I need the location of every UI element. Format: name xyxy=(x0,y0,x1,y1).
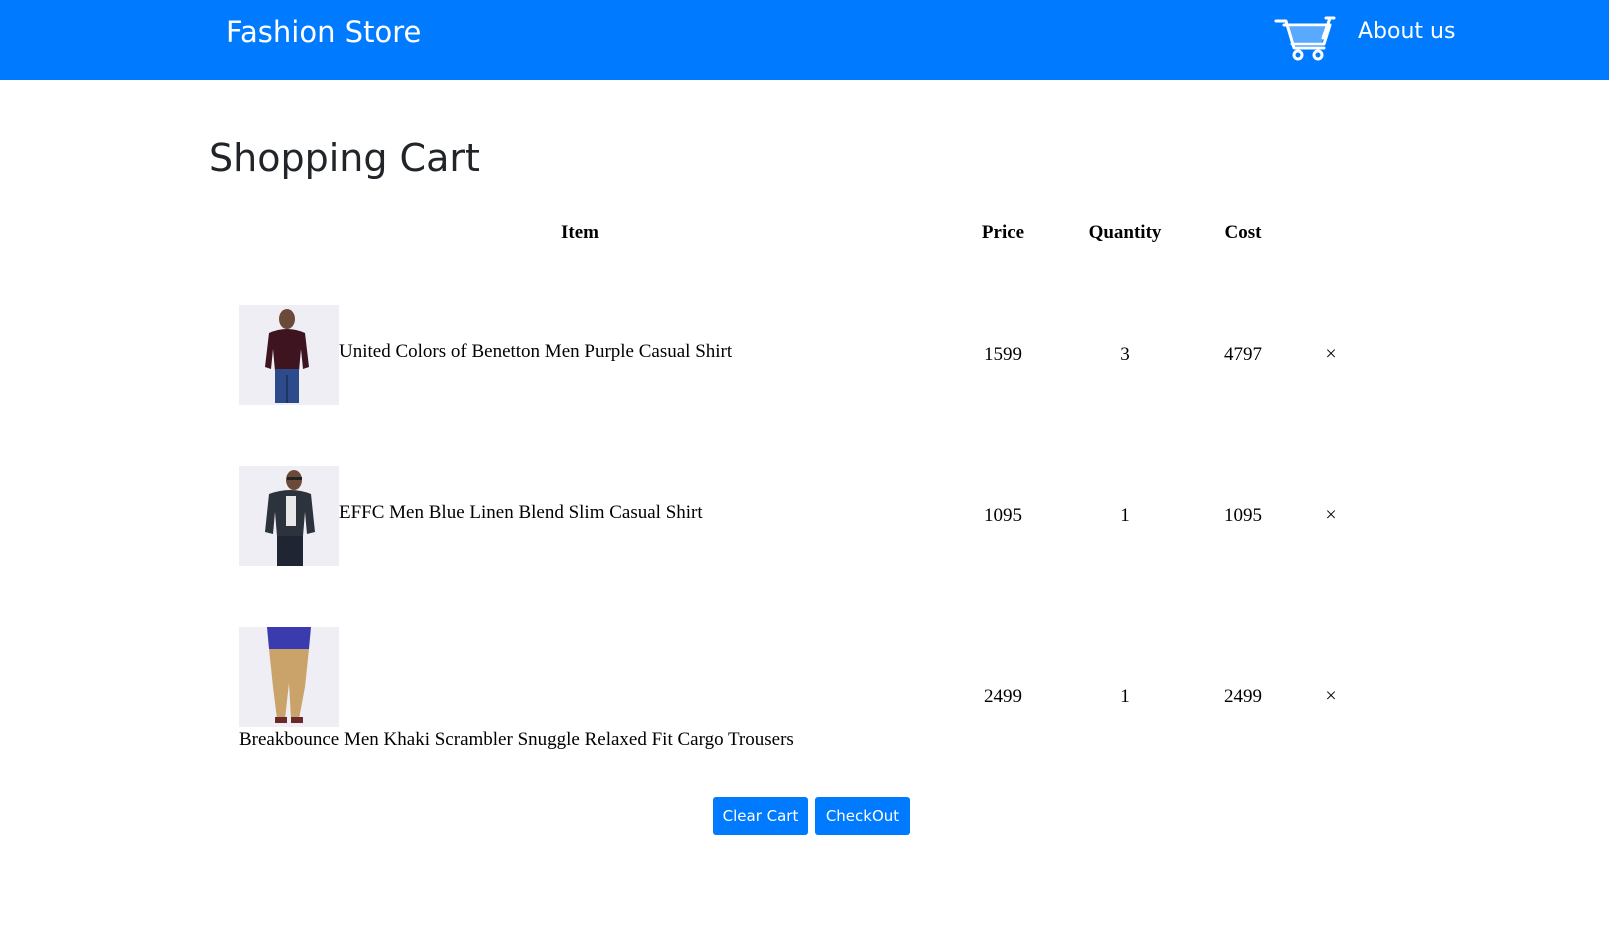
remove-item-button[interactable]: × xyxy=(1316,685,1346,708)
shopping-cart-icon xyxy=(1274,16,1336,61)
product-name: Breakbounce Men Khaki Scrambler Snuggle … xyxy=(239,729,794,750)
product-cost: 2499 xyxy=(1224,686,1262,707)
product-quantity: 3 xyxy=(1120,344,1130,365)
about-us-link[interactable]: About us xyxy=(1358,19,1455,44)
product-quantity: 1 xyxy=(1120,686,1130,707)
product-price: 2499 xyxy=(984,686,1022,707)
cart-link[interactable] xyxy=(1274,14,1336,62)
remove-item-button[interactable]: × xyxy=(1316,504,1346,527)
column-header-quantity: Quantity xyxy=(1088,222,1162,243)
product-quantity: 1 xyxy=(1120,505,1130,526)
product-cost: 1095 xyxy=(1224,505,1262,526)
clear-cart-button[interactable]: Clear Cart xyxy=(713,797,808,835)
product-price: 1095 xyxy=(984,505,1022,526)
product-name: United Colors of Benetton Men Purple Cas… xyxy=(339,341,733,362)
column-header-cost: Cost xyxy=(1224,222,1262,243)
product-price: 1599 xyxy=(984,344,1022,365)
product-image xyxy=(239,466,339,566)
product-name: EFFC Men Blue Linen Blend Slim Casual Sh… xyxy=(339,502,703,523)
column-header-item: Item xyxy=(561,222,599,243)
remove-item-button[interactable]: × xyxy=(1316,343,1346,366)
checkout-button[interactable]: CheckOut xyxy=(815,797,910,835)
product-cost: 4797 xyxy=(1224,344,1262,365)
product-image xyxy=(239,627,339,727)
product-image xyxy=(239,305,339,405)
column-header-price: Price xyxy=(981,222,1025,243)
page-title: Shopping Cart xyxy=(209,136,480,180)
navbar: Fashion Store About us xyxy=(0,0,1609,80)
brand-link[interactable]: Fashion Store xyxy=(226,15,421,49)
